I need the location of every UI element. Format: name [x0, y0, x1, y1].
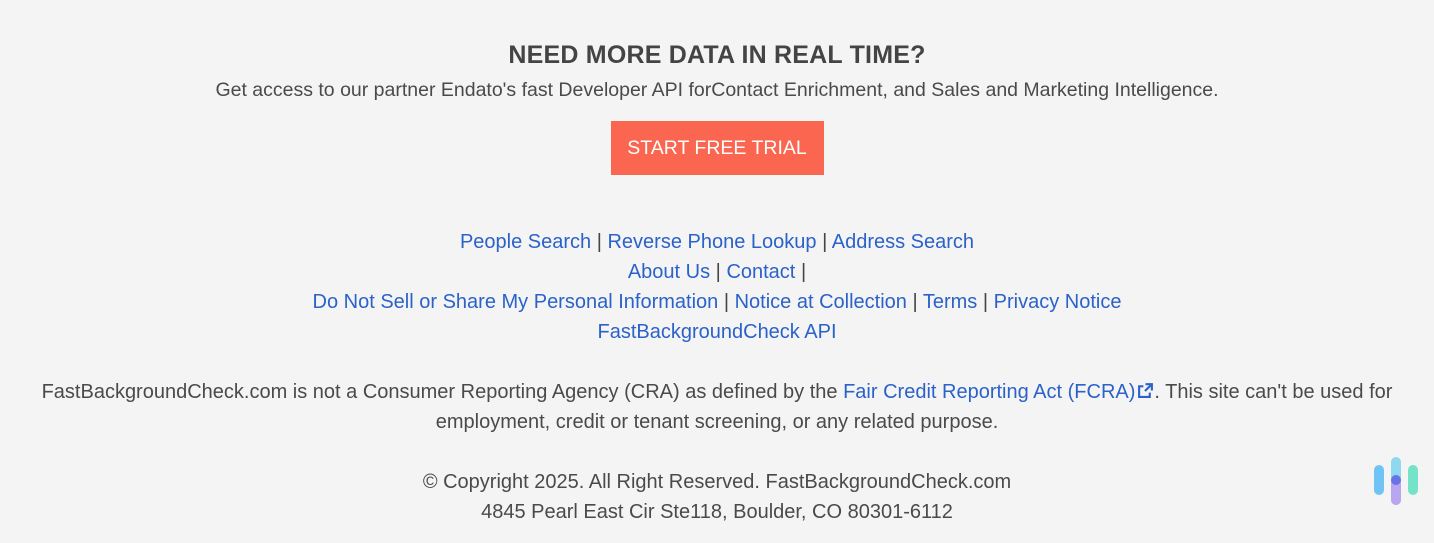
disclaimer-line-1: FastBackgroundCheck.com is not a Consume… — [0, 377, 1434, 407]
disclaimer-line-2: employment, credit or tenant screening, … — [435, 411, 999, 433]
copyright-line: © Copyright 2025. All Right Reserved. Fa… — [422, 471, 1012, 493]
disclaimer: FastBackgroundCheck.com is not a Consume… — [0, 377, 1434, 437]
terms-link[interactable]: Terms — [923, 291, 977, 313]
address-line: 4845 Pearl East Cir Ste118, Boulder, CO … — [481, 501, 953, 523]
copyright: © Copyright 2025. All Right Reserved. Fa… — [0, 467, 1434, 527]
cta-title: NEED MORE DATA IN REAL TIME? — [508, 41, 926, 69]
about-us-link[interactable]: About Us — [628, 261, 710, 283]
footer-links-row-3: Do Not Sell or Share My Personal Informa… — [0, 287, 1434, 317]
separator: | — [822, 231, 832, 253]
footer-links-row-2: About Us | Contact | — [0, 257, 1434, 287]
contact-link[interactable]: Contact — [726, 261, 795, 283]
voice-assistant-widget[interactable] — [1372, 455, 1422, 507]
separator: | — [596, 231, 608, 253]
privacy-notice-link[interactable]: Privacy Notice — [994, 291, 1122, 313]
footer-links-row-1: People Search | Reverse Phone Lookup | A… — [0, 227, 1434, 257]
reverse-phone-lookup-link[interactable]: Reverse Phone Lookup — [607, 231, 816, 253]
people-search-link[interactable]: People Search — [460, 231, 591, 253]
separator: | — [715, 261, 727, 283]
footer-links: People Search | Reverse Phone Lookup | A… — [0, 227, 1434, 347]
start-free-trial-button[interactable]: START FREE TRIAL — [610, 121, 824, 175]
disclaimer-text-after: . This site can't be used for — [1154, 381, 1393, 403]
footer-links-row-4: FastBackgroundCheck API — [0, 317, 1434, 347]
external-link-icon — [1138, 383, 1154, 398]
separator: | — [982, 291, 994, 313]
do-not-sell-link[interactable]: Do Not Sell or Share My Personal Informa… — [313, 291, 719, 313]
separator: | — [800, 261, 807, 283]
address-search-link[interactable]: Address Search — [832, 231, 974, 253]
disclaimer-text-before: FastBackgroundCheck.com is not a Consume… — [41, 381, 844, 403]
cta-description: Get access to our partner Endato's fast … — [215, 79, 1219, 101]
fcra-link[interactable]: Fair Credit Reporting Act (FCRA) — [843, 381, 1154, 403]
cta-section: NEED MORE DATA IN REAL TIME? Get access … — [0, 38, 1434, 175]
voice-assistant-icon — [1374, 457, 1418, 505]
separator: | — [912, 291, 923, 313]
api-link[interactable]: FastBackgroundCheck API — [597, 321, 836, 343]
separator: | — [723, 291, 735, 313]
notice-at-collection-link[interactable]: Notice at Collection — [735, 291, 907, 313]
fcra-link-label: Fair Credit Reporting Act (FCRA) — [843, 381, 1136, 403]
